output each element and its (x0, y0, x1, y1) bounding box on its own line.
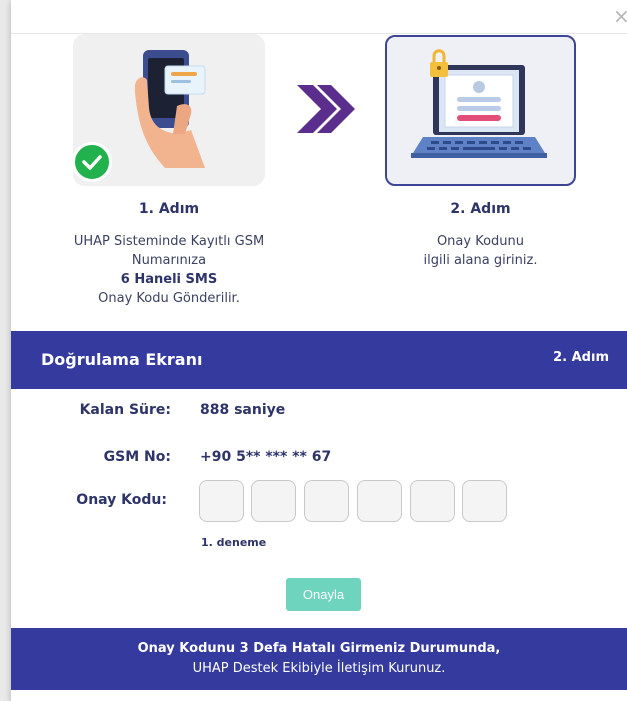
code-label: Onay Kodu: (76, 492, 167, 508)
code-digit-3-input[interactable] (304, 480, 349, 522)
verification-dialog: × 1. Adım UHAP Sisteminde Kayıtlı GSM Nu… (11, 0, 627, 701)
close-icon[interactable]: × (613, 6, 627, 26)
code-digit-5-input[interactable] (410, 480, 455, 522)
step1-title: 1. Adım (138, 201, 200, 217)
verification-header: Doğrulama Ekranı 2. Adım (11, 331, 627, 389)
step2-desc-line2: ilgili alana giriniz. (423, 253, 538, 268)
steps-section: 1. Adım UHAP Sisteminde Kayıtlı GSM Numa… (11, 34, 627, 330)
laptop-lock-illustration-icon (411, 49, 547, 158)
check-icon (72, 142, 112, 182)
attempt-counter: 1. deneme (201, 536, 267, 549)
double-chevron-right-icon (293, 79, 355, 139)
code-digit-4-input[interactable] (357, 480, 402, 522)
verification-title: Doğrulama Ekranı (41, 350, 203, 369)
confirm-button[interactable]: Onayla (286, 578, 361, 611)
footer-warning-line2: UHAP Destek Ekibiyle İletişim Kurunuz. (192, 661, 446, 676)
step2-description: Onay Kodunu ilgili alana giriniz. (365, 232, 596, 270)
warning-footer: Onay Kodunu 3 Defa Hatalı Girmeniz Durum… (11, 628, 627, 690)
gsm-label: GSM No: (103, 449, 171, 465)
step2-desc-line1: Onay Kodunu (436, 234, 525, 249)
gsm-value: +90 5** *** ** 67 (200, 449, 332, 465)
step1-desc-line2: Numarınıza (131, 253, 207, 268)
step2-title: 2. Adım (450, 201, 511, 217)
code-digit-1-input[interactable] (199, 480, 244, 522)
step1-desc-bold: 6 Haneli SMS (120, 272, 218, 287)
code-digit-2-input[interactable] (251, 480, 296, 522)
code-digit-6-input[interactable] (462, 480, 507, 522)
step2-illustration (385, 35, 576, 186)
verification-step-label: 2. Adım (553, 350, 609, 365)
dialog-topbar: × (11, 0, 627, 34)
step1-description: UHAP Sisteminde Kayıtlı GSM Numarınıza 6… (49, 232, 289, 308)
footer-warning-line1: Onay Kodunu 3 Defa Hatalı Girmeniz Durum… (137, 641, 501, 656)
step1-desc-line1: UHAP Sisteminde Kayıtlı GSM (73, 234, 265, 249)
step1-desc-line4: Onay Kodu Gönderilir. (98, 291, 240, 306)
remaining-time-label: Kalan Süre: (79, 402, 171, 418)
remaining-time-value: 888 saniye (200, 402, 286, 418)
